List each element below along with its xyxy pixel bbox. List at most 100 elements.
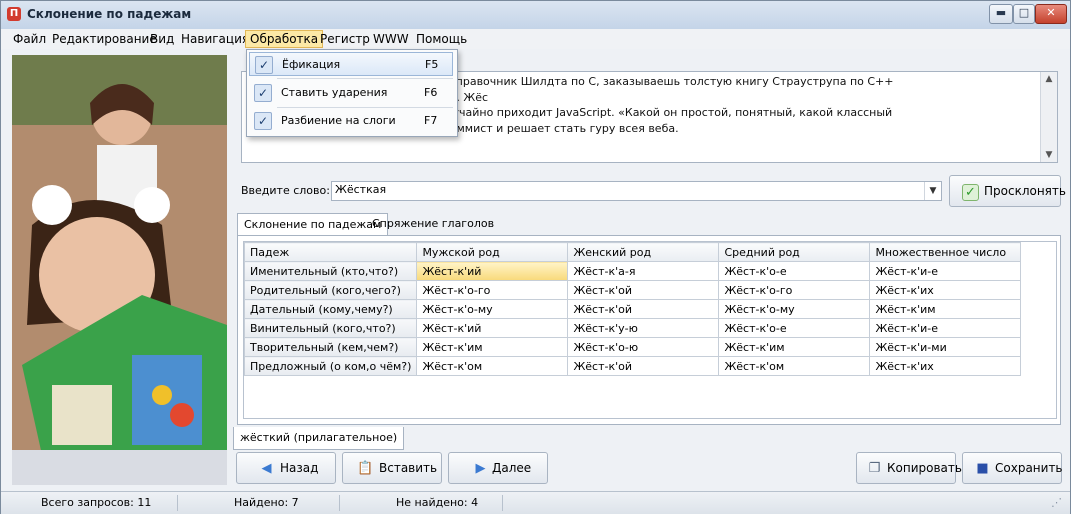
table-cell[interactable]: Жёст-к'ой [568,300,719,319]
save-button[interactable]: ■ Сохранить [962,452,1062,484]
processing-dropdown-menu: ✓ Ёфикация F5 ✓ Ставить ударения F6 ✓ Ра… [246,49,458,137]
forward-button[interactable]: ▶ Далее [448,452,548,484]
table-cell[interactable]: Жёст-к'им [417,338,568,357]
table-cell[interactable]: Жёст-к'о-го [417,281,568,300]
app-logo-icon: П [7,7,21,21]
clipboard-icon: 📋 [357,461,372,476]
menu-edit[interactable]: Редактирование [48,31,161,47]
table-cell[interactable]: Жёст-к'о-е [719,319,870,338]
column-header-masculine[interactable]: Мужской род [417,243,568,262]
arrow-right-icon: ▶ [473,461,488,476]
checkmark-icon: ✓ [254,112,272,130]
table-cell[interactable]: Жёст-к'им [719,338,870,357]
menu-separator [277,107,453,108]
resize-grip-icon[interactable]: ⋰ [1051,495,1062,511]
scroll-up-icon[interactable]: ▲ [1041,72,1057,86]
arrow-left-icon: ◀ [259,461,274,476]
illustration-photo [12,55,227,485]
menu-case[interactable]: Регистр [316,31,374,47]
close-button[interactable]: ✕ [1035,4,1067,24]
check-icon: ✓ [962,184,979,201]
decline-button[interactable]: ✓ Просклонять [949,175,1061,207]
table-row: Дательный (кому,чему?) Жёст-к'о-му Жёст-… [245,300,1021,319]
table-cell[interactable]: Жёст-к'о-го [719,281,870,300]
menu-navigation[interactable]: Навигация [177,31,253,47]
checkmark-icon: ✓ [255,56,273,74]
table-cell[interactable]: Жёст-к'о-му [719,300,870,319]
table-header-row: Падеж Мужской род Женский род Средний ро… [245,243,1021,262]
menu-option-syllables[interactable]: ✓ Разбиение на слоги F7 [249,109,453,133]
floppy-disk-icon: ■ [975,461,990,476]
table-cell[interactable]: Жёст-к'ой [568,281,719,300]
word-input-value[interactable]: Жёсткая [335,183,386,196]
copy-button[interactable]: ❐ Копировать [856,452,956,484]
row-header[interactable]: Родительный (кого,чего?) [245,281,417,300]
table-cell[interactable]: Жёст-к'им [870,300,1021,319]
back-button-label: Назад [280,461,318,476]
menu-option-label: Ставить ударения [281,81,387,105]
table-row: Творительный (кем,чем?) Жёст-к'им Жёст-к… [245,338,1021,357]
menu-help[interactable]: Помощь [412,31,471,47]
chevron-down-icon[interactable]: ▼ [924,182,941,200]
menu-file[interactable]: Файл [9,31,50,47]
menu-option-shortcut: F6 [424,81,437,105]
table-cell[interactable]: Жёст-к'о-е [719,262,870,281]
row-header[interactable]: Именительный (кто,что?) [245,262,417,281]
table-cell[interactable]: Жёст-к'о-му [417,300,568,319]
table-cell[interactable]: Жёст-к'ий [417,319,568,338]
menu-www[interactable]: WWW [369,31,413,47]
tab-conjugation[interactable]: Спряжение глаголов [366,213,500,235]
row-header[interactable]: Предложный (о ком,о чём?) [245,357,417,376]
table-cell[interactable]: Жёст-к'и-е [870,319,1021,338]
table-cell[interactable]: Жёст-к'и-е [870,262,1021,281]
menu-option-yofication[interactable]: ✓ Ёфикация F5 [249,52,453,76]
paste-button-label: Вставить [379,461,437,476]
menu-processing[interactable]: Обработка [245,30,323,48]
menu-option-stress-marks[interactable]: ✓ Ставить ударения F6 [249,81,453,105]
photo-drawing [12,55,227,485]
declension-grid: Падеж Мужской род Женский род Средний ро… [243,241,1057,419]
declension-panel: Падеж Мужской род Женский род Средний ро… [237,235,1061,425]
row-header[interactable]: Винительный (кого,что?) [245,319,417,338]
table-row: Именительный (кто,что?) Жёст-к'ий Жёст-к… [245,262,1021,281]
table-cell[interactable]: Жёст-к'их [870,281,1021,300]
copy-button-label: Копировать [887,461,962,476]
row-header[interactable]: Дательный (кому,чему?) [245,300,417,319]
column-header-case[interactable]: Падеж [245,243,417,262]
word-combobox[interactable]: Жёсткая ▼ [331,181,942,201]
table-cell-selected[interactable]: Жёст-к'ий [417,262,568,281]
status-total-requests: Всего запросов: 11 [41,495,151,511]
declension-table: Падеж Мужской род Женский род Средний ро… [244,242,1021,376]
scroll-down-icon[interactable]: ▼ [1041,148,1057,162]
table-cell[interactable]: Жёст-к'а-я [568,262,719,281]
table-cell[interactable]: Жёст-к'ом [719,357,870,376]
minimize-button[interactable]: ▬ [989,4,1013,24]
maximize-button[interactable]: □ [1013,4,1035,24]
paste-button[interactable]: 📋 Вставить [342,452,442,484]
status-divider [502,495,503,511]
word-info-tab[interactable]: жёсткий (прилагательное) [233,427,404,450]
menu-option-shortcut: F7 [424,109,437,133]
title-bar: П Склонение по падежам ▬ □ ✕ [1,1,1070,30]
vertical-scrollbar[interactable]: ▲ ▼ [1040,72,1057,162]
table-cell[interactable]: Жёст-к'о-ю [568,338,719,357]
checkmark-icon: ✓ [254,84,272,102]
status-divider [339,495,340,511]
back-button[interactable]: ◀ Назад [236,452,336,484]
table-row: Винительный (кого,что?) Жёст-к'ий Жёст-к… [245,319,1021,338]
column-header-feminine[interactable]: Женский род [568,243,719,262]
table-cell[interactable]: Жёст-к'и-ми [870,338,1021,357]
menu-view[interactable]: Вид [146,31,178,47]
column-header-plural[interactable]: Множественное число [870,243,1021,262]
menu-option-label: Ёфикация [282,53,340,77]
row-header[interactable]: Творительный (кем,чем?) [245,338,417,357]
column-header-neuter[interactable]: Средний род [719,243,870,262]
table-cell[interactable]: Жёст-к'у-ю [568,319,719,338]
table-cell[interactable]: Жёст-к'ом [417,357,568,376]
menu-bar: Файл Редактирование Вид Навигация Обрабо… [1,29,1070,49]
table-cell[interactable]: Жёст-к'ой [568,357,719,376]
status-divider [177,495,178,511]
menu-option-label: Разбиение на слоги [281,109,396,133]
status-found: Найдено: 7 [234,495,299,511]
table-cell[interactable]: Жёст-к'их [870,357,1021,376]
